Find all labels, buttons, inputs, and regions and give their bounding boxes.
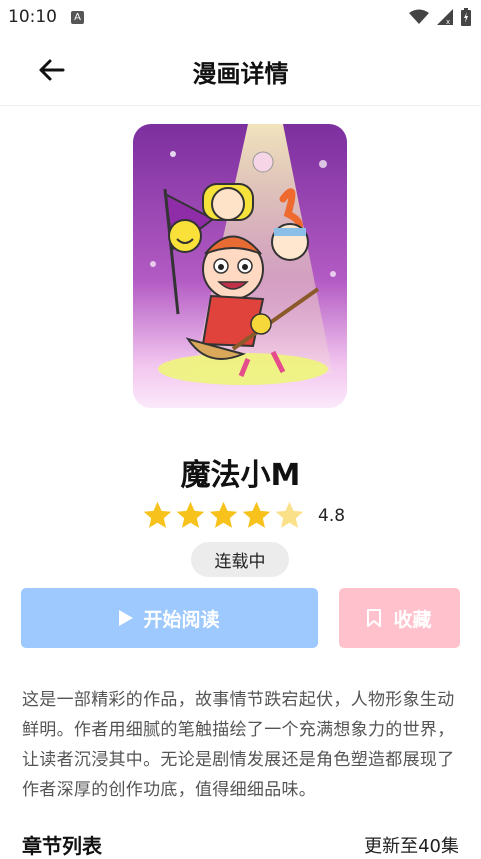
play-icon [119,610,134,626]
favorite-label: 收藏 [393,608,432,631]
comic-description: 这是一部精彩的作品，故事情节跌宕起伏，人物形象生动鲜明。作者用细腻的笔触描绘了一… [22,690,455,800]
battery-icon [461,8,471,26]
page-title: 漫画详情 [192,60,289,88]
favorite-button[interactable]: 收藏 [339,588,460,648]
star-filled-icon [242,501,271,528]
status-bar: 10:10 A x [0,0,481,34]
rating-score: 4.8 [318,505,346,526]
comic-title: 魔法小M [180,458,301,493]
star-filled-icon [176,501,205,528]
svg-text:x: x [446,18,450,25]
status-time: 10:10 [8,7,57,27]
rating-stars [141,499,306,532]
app-bar: 漫画详情 [0,34,481,106]
comic-cover-image [133,124,347,408]
star-filled-icon [209,501,238,528]
a-app-icon: A [71,10,84,24]
start-reading-button[interactable]: 开始阅读 [21,588,318,648]
chapter-update-status: 更新至40集 [364,836,459,857]
bookmark-icon [367,609,382,627]
signal-icon: x [437,9,453,25]
star-partial-icon [275,501,304,528]
rating: 4.8 [141,499,345,532]
star-filled-icon [143,501,172,528]
start-reading-label: 开始阅读 [143,608,220,631]
wifi-icon [409,9,429,24]
status-badge: 连载中 [191,542,289,577]
